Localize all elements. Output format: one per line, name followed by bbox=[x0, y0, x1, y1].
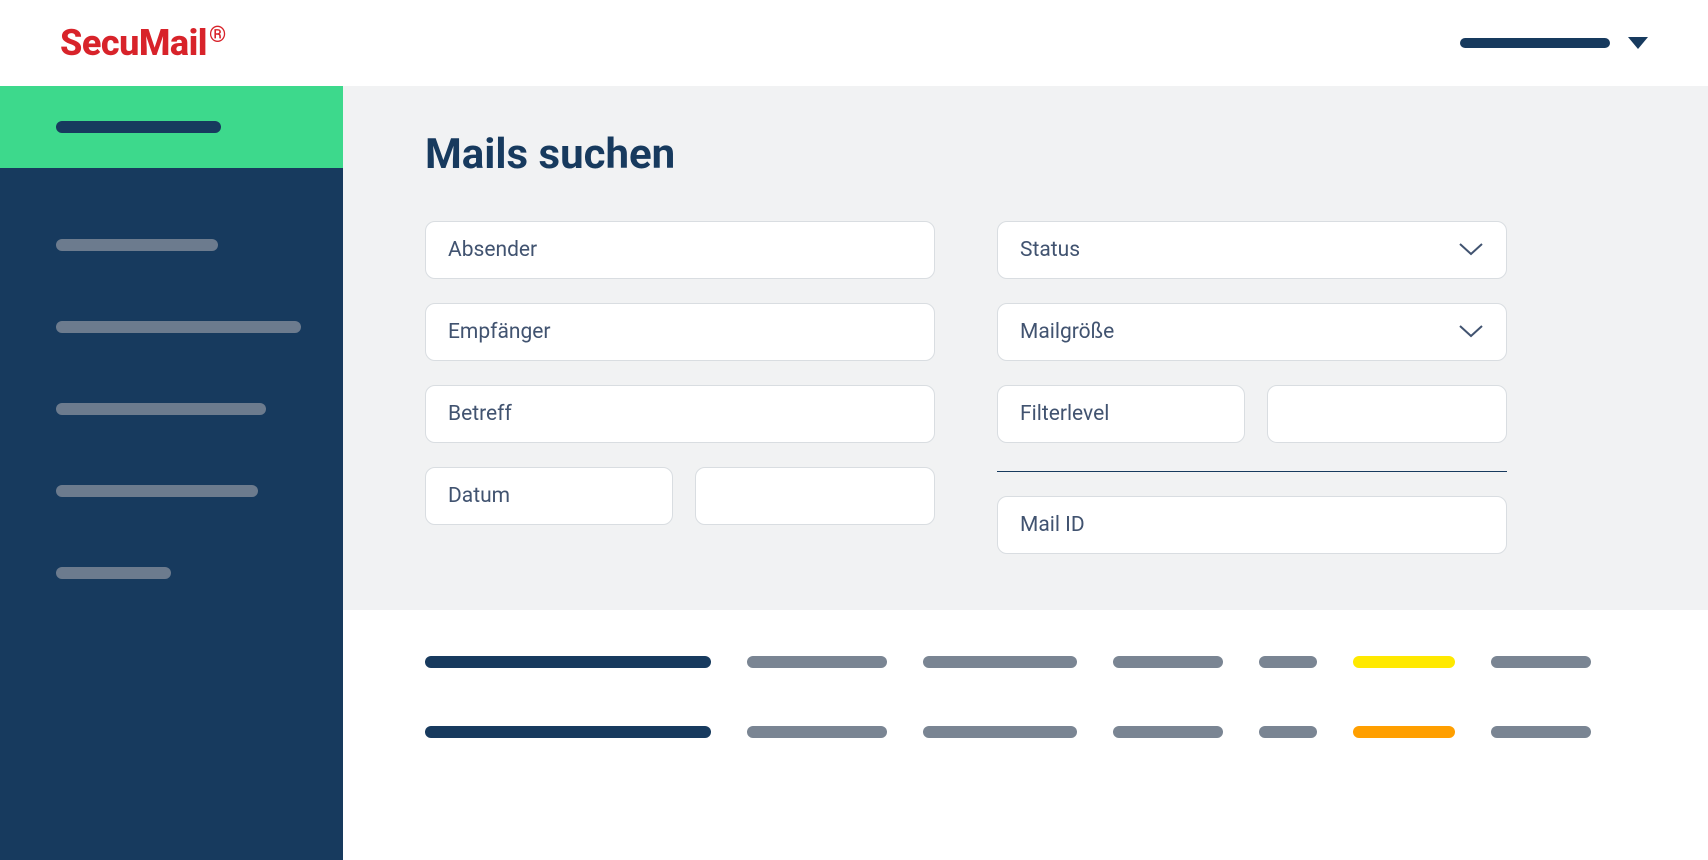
sidebar-label-placeholder bbox=[56, 239, 218, 251]
datum-from-input[interactable]: Datum bbox=[425, 467, 673, 525]
brand-name: SecuMail bbox=[60, 22, 207, 64]
user-name-placeholder bbox=[1460, 38, 1610, 48]
filterlevel-to-input[interactable] bbox=[1267, 385, 1507, 443]
main: Mails suchen Absender Empfänger Betreff … bbox=[343, 86, 1708, 860]
user-menu[interactable] bbox=[1460, 37, 1648, 49]
sidebar-item[interactable] bbox=[0, 450, 343, 532]
chevron-down-icon bbox=[1628, 37, 1648, 49]
sidebar bbox=[0, 86, 343, 860]
brand-logo: SecuMail® bbox=[60, 25, 226, 61]
sidebar-label-placeholder bbox=[56, 567, 171, 579]
field-label: Status bbox=[1020, 238, 1080, 262]
filterlevel-from-input[interactable]: Filterlevel bbox=[997, 385, 1245, 443]
cell-placeholder bbox=[747, 726, 887, 738]
field-label: Empfänger bbox=[448, 320, 551, 344]
sidebar-label-placeholder bbox=[56, 403, 266, 415]
divider bbox=[997, 471, 1507, 472]
mailid-input[interactable]: Mail ID bbox=[997, 496, 1507, 554]
sidebar-label-placeholder bbox=[56, 121, 221, 133]
sidebar-label-placeholder bbox=[56, 485, 258, 497]
absender-input[interactable]: Absender bbox=[425, 221, 935, 279]
field-label: Betreff bbox=[448, 402, 512, 426]
empfaenger-input[interactable]: Empfänger bbox=[425, 303, 935, 361]
form-col-left: Absender Empfänger Betreff Datum bbox=[425, 221, 935, 554]
chevron-down-icon bbox=[1458, 320, 1484, 344]
cell-placeholder bbox=[425, 726, 711, 738]
cell-placeholder bbox=[1259, 726, 1317, 738]
cell-placeholder bbox=[1113, 726, 1223, 738]
cell-placeholder bbox=[1259, 656, 1317, 668]
sidebar-label-placeholder bbox=[56, 321, 301, 333]
cell-placeholder bbox=[923, 656, 1077, 668]
cell-placeholder bbox=[747, 656, 887, 668]
search-form: Absender Empfänger Betreff Datum Status … bbox=[425, 221, 1626, 554]
result-row[interactable] bbox=[425, 726, 1626, 738]
field-label: Datum bbox=[448, 484, 510, 508]
result-row[interactable] bbox=[425, 656, 1626, 668]
sidebar-item[interactable] bbox=[0, 204, 343, 286]
sidebar-item-active[interactable] bbox=[0, 86, 343, 168]
status-pill bbox=[1353, 656, 1455, 668]
cell-placeholder bbox=[1113, 656, 1223, 668]
brand-mark: ® bbox=[209, 23, 226, 48]
search-panel: Mails suchen Absender Empfänger Betreff … bbox=[343, 86, 1708, 610]
topbar: SecuMail® bbox=[0, 0, 1708, 86]
cell-placeholder bbox=[923, 726, 1077, 738]
field-label: Absender bbox=[448, 238, 537, 262]
cell-placeholder bbox=[1491, 656, 1591, 668]
status-pill bbox=[1353, 726, 1455, 738]
chevron-down-icon bbox=[1458, 238, 1484, 262]
status-select[interactable]: Status bbox=[997, 221, 1507, 279]
page-title: Mails suchen bbox=[425, 130, 1626, 179]
cell-placeholder bbox=[425, 656, 711, 668]
cell-placeholder bbox=[1491, 726, 1591, 738]
field-label: Mailgröße bbox=[1020, 320, 1114, 344]
datum-to-input[interactable] bbox=[695, 467, 935, 525]
betreff-input[interactable]: Betreff bbox=[425, 385, 935, 443]
sidebar-item[interactable] bbox=[0, 368, 343, 450]
sidebar-item[interactable] bbox=[0, 286, 343, 368]
mailgroesse-select[interactable]: Mailgröße bbox=[997, 303, 1507, 361]
sidebar-item[interactable] bbox=[0, 532, 343, 614]
form-col-right: Status Mailgröße Filterlevel Mail ID bbox=[997, 221, 1507, 554]
field-label: Filterlevel bbox=[1020, 402, 1109, 426]
results bbox=[343, 610, 1708, 738]
field-label: Mail ID bbox=[1020, 513, 1085, 537]
